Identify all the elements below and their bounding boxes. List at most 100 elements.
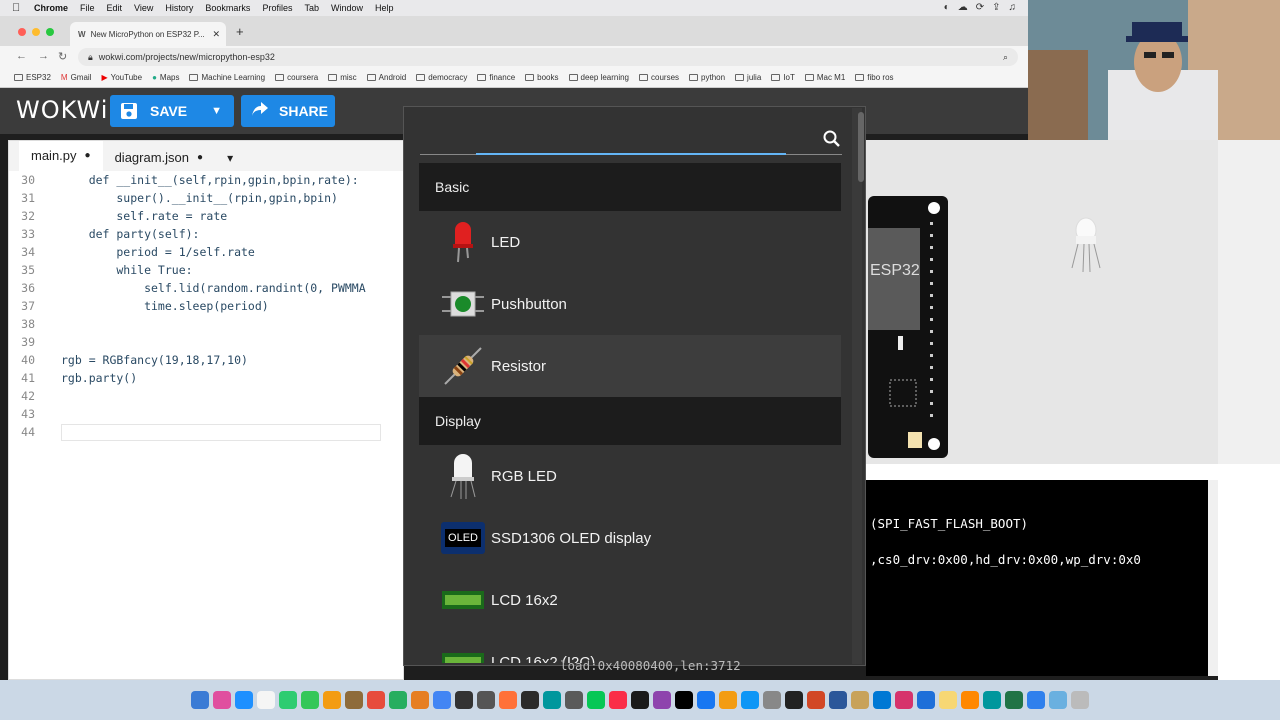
vlc-icon[interactable]: [961, 691, 979, 709]
bookmark-item[interactable]: julia: [735, 73, 761, 82]
podcasts-icon[interactable]: [653, 691, 671, 709]
bookmark-item[interactable]: ESP32: [14, 73, 51, 82]
save-button[interactable]: SAVE ▼: [110, 95, 234, 127]
bookmark-item[interactable]: IoT: [771, 73, 795, 82]
matlab-icon[interactable]: [411, 691, 429, 709]
wokwi-logo[interactable]: WOKWi: [16, 96, 108, 124]
serial-monitor[interactable]: (SPI_FAST_FLASH_BOOT) ,cs0_drv:0x00,hd_d…: [866, 480, 1208, 676]
terminal-icon[interactable]: [785, 691, 803, 709]
arduino-icon[interactable]: [543, 691, 561, 709]
system-settings-icon[interactable]: [763, 691, 781, 709]
close-tab-icon[interactable]: ✕: [212, 29, 220, 40]
menu-app-name[interactable]: Chrome: [34, 3, 68, 13]
address-bar[interactable]: 🔒︎ wokwi.com/projects/new/micropython-es…: [78, 48, 1018, 66]
sync-app-icon[interactable]: [389, 691, 407, 709]
mail-icon[interactable]: [477, 691, 495, 709]
dialog-scrollbar[interactable]: [852, 108, 862, 664]
powerpoint-icon[interactable]: [807, 691, 825, 709]
code-line[interactable]: 39: [9, 333, 405, 351]
code-line[interactable]: 30 def __init__(self,rpin,gpin,bpin,rate…: [9, 171, 405, 189]
bookmark-item[interactable]: democracy: [416, 73, 467, 82]
facetime-icon[interactable]: [279, 691, 297, 709]
trash-icon[interactable]: [1071, 691, 1089, 709]
word-icon[interactable]: [829, 691, 847, 709]
part-item-resistor[interactable]: Resistor: [419, 335, 841, 397]
reload-icon[interactable]: ↻: [58, 50, 67, 63]
back-icon[interactable]: ←: [16, 50, 27, 62]
menu-window[interactable]: Window: [331, 3, 363, 13]
app-icon[interactable]: [565, 691, 583, 709]
menu-profiles[interactable]: Profiles: [262, 3, 292, 13]
new-tab-icon[interactable]: +: [236, 24, 244, 39]
bookmark-item[interactable]: Machine Learning: [189, 73, 265, 82]
calendar-icon[interactable]: [257, 691, 275, 709]
menu-view[interactable]: View: [134, 3, 153, 13]
reminders-icon[interactable]: [367, 691, 385, 709]
excel-icon[interactable]: [1005, 691, 1023, 709]
bookmark-item[interactable]: fibo ros: [855, 73, 894, 82]
launchpad-icon[interactable]: [213, 691, 231, 709]
bookmark-item[interactable]: Android: [366, 73, 406, 82]
bookmark-item[interactable]: deep learning: [568, 73, 629, 82]
menu-bookmarks[interactable]: Bookmarks: [205, 3, 250, 13]
notes-icon[interactable]: [939, 691, 957, 709]
status-icon[interactable]: ◐: [944, 2, 950, 13]
tv-icon[interactable]: [675, 691, 693, 709]
music-icon[interactable]: [609, 691, 627, 709]
code-line[interactable]: 35 while True:: [9, 261, 405, 279]
vscode-icon[interactable]: [873, 691, 891, 709]
downloads-folder-icon[interactable]: [1049, 691, 1067, 709]
code-line[interactable]: 33 def party(self):: [9, 225, 405, 243]
browser-tab[interactable]: W New MicroPython on ESP32 P... ✕: [70, 22, 226, 46]
part-item-rgb-led[interactable]: RGB LED: [419, 445, 841, 507]
save-dropdown-icon[interactable]: ▼: [211, 105, 222, 117]
tab-menu-icon[interactable]: ▾: [215, 151, 245, 171]
part-item-ssd1306[interactable]: OLED SSD1306 OLED display: [419, 507, 841, 569]
bookmark-item[interactable]: finance: [477, 73, 515, 82]
upload-icon[interactable]: ⇪: [992, 2, 1000, 13]
github-icon[interactable]: [455, 691, 473, 709]
zoom-window-icon[interactable]: [46, 28, 54, 36]
bookmark-item[interactable]: ▶ YouTube: [101, 73, 142, 82]
rgb-led-component[interactable]: [1066, 210, 1106, 278]
minimize-window-icon[interactable]: [32, 28, 40, 36]
share-button[interactable]: SHARE: [241, 95, 335, 127]
app-icon[interactable]: [895, 691, 913, 709]
cloud-icon[interactable]: ☁: [958, 2, 968, 13]
app-icon[interactable]: [917, 691, 935, 709]
chrome-icon[interactable]: [433, 691, 451, 709]
finder-icon[interactable]: [191, 691, 209, 709]
menu-file[interactable]: File: [80, 3, 95, 13]
sync-icon[interactable]: ⟳: [976, 2, 984, 13]
tab-main-py[interactable]: main.py ●: [19, 141, 103, 171]
jupyter-icon[interactable]: [521, 691, 539, 709]
menu-edit[interactable]: Edit: [107, 3, 123, 13]
app-icon[interactable]: [1027, 691, 1045, 709]
part-search-input[interactable]: [420, 125, 800, 151]
bookmark-item[interactable]: ● Maps: [152, 73, 179, 82]
code-line[interactable]: 40 rgb = RGBfancy(19,18,17,10): [9, 351, 405, 369]
serial-scrollbar[interactable]: [1208, 480, 1218, 676]
bookmark-item[interactable]: Mac M1: [804, 73, 845, 82]
code-line-current[interactable]: 44: [9, 423, 405, 441]
firefox-icon[interactable]: [499, 691, 517, 709]
safari-icon[interactable]: [235, 691, 253, 709]
code-line[interactable]: 34 period = 1/self.rate: [9, 243, 405, 261]
app-store-icon[interactable]: [741, 691, 759, 709]
code-line[interactable]: 38: [9, 315, 405, 333]
close-window-icon[interactable]: [18, 28, 26, 36]
panel-divider[interactable]: [866, 464, 1218, 480]
pycharm-icon[interactable]: [631, 691, 649, 709]
code-line[interactable]: 41 rgb.party(): [9, 369, 405, 387]
code-line[interactable]: 31 super().__init__(rpin,gpin,bpin): [9, 189, 405, 207]
forward-icon[interactable]: →: [38, 50, 49, 62]
anaconda-icon[interactable]: [851, 691, 869, 709]
arduino-icon[interactable]: [983, 691, 1001, 709]
code-line[interactable]: 42: [9, 387, 405, 405]
code-line[interactable]: 43: [9, 405, 405, 423]
headphones-icon[interactable]: ♫: [1009, 2, 1017, 13]
bookmark-item[interactable]: M Gmail: [61, 73, 92, 82]
apple-icon[interactable]: : [12, 2, 26, 14]
part-item-lcd1602[interactable]: LCD 16x2: [419, 569, 841, 631]
tab-diagram-json[interactable]: diagram.json ●: [103, 150, 215, 171]
